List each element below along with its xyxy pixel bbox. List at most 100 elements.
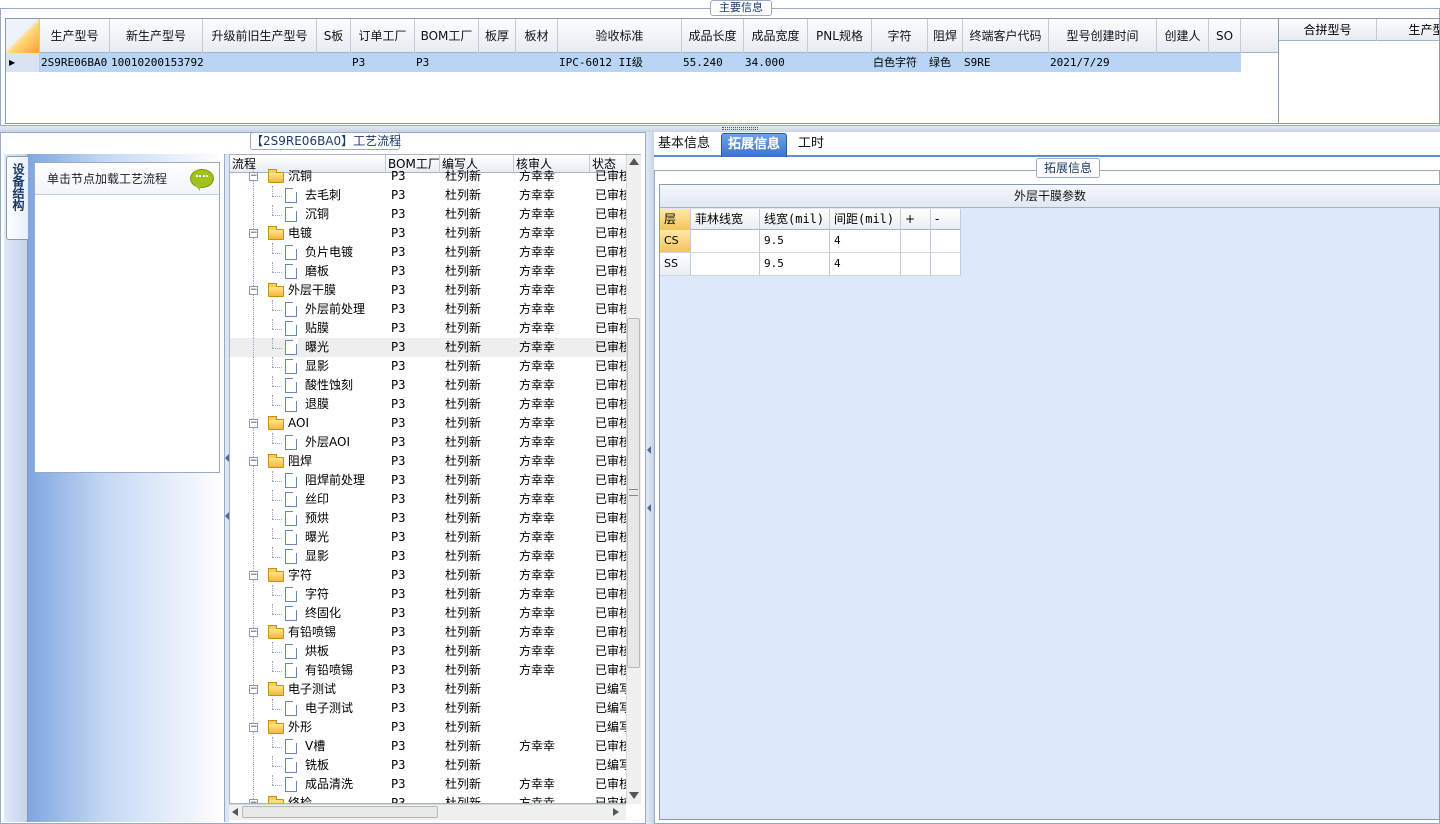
tree-row[interactable]: − 字符 P3 杜列新 方幸幸 已审核	[230, 566, 630, 585]
tree-node[interactable]: 酸性蚀刻	[230, 376, 386, 395]
tree-row[interactable]: 电子测试 P3 杜列新 已编写	[230, 699, 630, 718]
col-header[interactable]: 升级前旧生产型号	[203, 19, 317, 53]
table-cell[interactable]	[203, 53, 317, 72]
tree-node[interactable]: − 电镀	[230, 224, 386, 243]
table-cell[interactable]	[808, 53, 872, 72]
tree-node[interactable]: 磨板	[230, 262, 386, 281]
film-col-header[interactable]: 线宽(mil)	[760, 209, 830, 230]
tree-node[interactable]: − 字符	[230, 566, 386, 585]
tree-node[interactable]: − AOI	[230, 414, 386, 433]
tree-node[interactable]: 有铅喷锡	[230, 661, 386, 680]
tree-row[interactable]: 贴膜 P3 杜列新 方幸幸 已审核	[230, 319, 630, 338]
collapse-node-icon[interactable]: −	[249, 571, 258, 580]
film-cell[interactable]	[691, 253, 760, 275]
tree-row[interactable]: − AOI P3 杜列新 方幸幸 已审核	[230, 414, 630, 433]
col-header[interactable]: 板厚	[479, 19, 516, 53]
col-header[interactable]: 阻焊	[928, 19, 963, 53]
table-cell[interactable]: IPC-6012 II级	[558, 53, 682, 72]
film-table-row[interactable]: SS 9.5 4	[660, 253, 961, 276]
main-info-grid[interactable]: 生产型号 新生产型号 升级前旧生产型号 S板 订单工厂 BOM工厂 板厚 板材 验收标准 成品长度…	[5, 18, 1279, 124]
col-header[interactable]: 新生产型号	[110, 19, 203, 53]
dry-film-param-table[interactable]: 层 菲林线宽 线宽(mil) 间距(mil) + - CS 9.5 4 SS 9.5 4	[660, 209, 961, 276]
col-header[interactable]: 验收标准	[558, 19, 682, 53]
tree-node[interactable]: − 阻焊	[230, 452, 386, 471]
tree-row[interactable]: 显影 P3 杜列新 方幸幸 已审核	[230, 357, 630, 376]
tree-row[interactable]: − 沉铜 P3 杜列新 方幸幸 已审核	[230, 167, 630, 186]
film-col-header[interactable]: 层	[660, 209, 691, 230]
tree-node[interactable]: 字符	[230, 585, 386, 604]
collapse-arrow-icon[interactable]	[647, 504, 651, 512]
film-cell[interactable]	[931, 253, 961, 275]
tree-node[interactable]: 贴膜	[230, 319, 386, 338]
table-cell[interactable]: 55.240	[682, 53, 744, 72]
tree-node[interactable]: 阻焊前处理	[230, 471, 386, 490]
col-header[interactable]: 板材	[516, 19, 558, 53]
col-header[interactable]: 成品宽度	[744, 19, 808, 53]
tree-node[interactable]: 外层AOI	[230, 433, 386, 452]
film-col-header-remove[interactable]: -	[931, 209, 961, 230]
col-header[interactable]: 字符	[872, 19, 928, 53]
collapse-node-icon[interactable]: −	[249, 457, 258, 466]
side-tab-equipment[interactable]: 设备结构	[6, 156, 28, 240]
col-header[interactable]: 订单工厂	[351, 19, 415, 53]
tree-row[interactable]: − 电镀 P3 杜列新 方幸幸 已审核	[230, 224, 630, 243]
collapse-node-icon[interactable]: −	[249, 286, 258, 295]
table-row[interactable]: ▶ 2S9RE06BA0 10010200153792 P3 P3 IPC-6012 I…	[6, 53, 1241, 72]
tree-node[interactable]: 电子测试	[230, 699, 386, 718]
tree-row[interactable]: 成品清洗 P3 杜列新 方幸幸 已审核	[230, 775, 630, 794]
tree-row[interactable]: 显影 P3 杜列新 方幸幸 已审核	[230, 547, 630, 566]
film-col-header[interactable]: 间距(mil)	[830, 209, 901, 230]
film-cell[interactable]	[901, 253, 931, 275]
tree-row[interactable]: 外层AOI P3 杜列新 方幸幸 已审核	[230, 433, 630, 452]
scroll-up-icon[interactable]	[629, 158, 639, 165]
table-cell[interactable]	[317, 53, 351, 72]
film-cell[interactable]	[691, 230, 760, 252]
table-cell[interactable]: P3	[415, 53, 479, 72]
tree-row[interactable]: V槽 P3 杜列新 方幸幸 已审核	[230, 737, 630, 756]
vertical-splitter-right[interactable]	[646, 132, 654, 824]
table-cell[interactable]	[1209, 53, 1241, 72]
tree-node[interactable]: 显影	[230, 547, 386, 566]
tree-node[interactable]: 成品清洗	[230, 775, 386, 794]
collapse-node-icon[interactable]: −	[249, 419, 258, 428]
col-header[interactable]: SO	[1209, 19, 1241, 53]
tree-node[interactable]: 显影	[230, 357, 386, 376]
film-layer-cell[interactable]: SS	[660, 253, 691, 275]
table-cell[interactable]	[1157, 53, 1209, 72]
tree-node[interactable]: 终固化	[230, 604, 386, 623]
tree-row[interactable]: 酸性蚀刻 P3 杜列新 方幸幸 已审核	[230, 376, 630, 395]
merge-model-grid[interactable]: 合拼型号 生产型	[1279, 18, 1440, 124]
tree-node[interactable]: 铣板	[230, 756, 386, 775]
tree-node[interactable]: 负片电镀	[230, 243, 386, 262]
table-cell[interactable]	[479, 53, 516, 72]
scroll-down-icon[interactable]	[629, 792, 639, 799]
col-header[interactable]: S板	[317, 19, 351, 53]
table-cell[interactable]: S9RE	[963, 53, 1049, 72]
tree-row[interactable]: 曝光 P3 杜列新 方幸幸 已审核	[230, 528, 630, 547]
film-cell[interactable]: 4	[830, 230, 901, 252]
film-cell[interactable]	[901, 230, 931, 252]
table-cell[interactable]: 10010200153792	[110, 53, 203, 72]
tree-node[interactable]: 曝光	[230, 338, 386, 357]
collapse-node-icon[interactable]: −	[249, 685, 258, 694]
col-header[interactable]: 生产型号	[40, 19, 110, 53]
film-cell[interactable]: 9.5	[760, 253, 830, 275]
tab-basic-info[interactable]: 基本信息	[652, 133, 716, 157]
collapse-arrow-icon[interactable]	[647, 446, 651, 454]
tree-row[interactable]: − 外层干膜 P3 杜列新 方幸幸 已审核	[230, 281, 630, 300]
tree-row[interactable]: 有铅喷锡 P3 杜列新 方幸幸 已审核	[230, 661, 630, 680]
tree-row[interactable]: 去毛刺 P3 杜列新 方幸幸 已审核	[230, 186, 630, 205]
col-header[interactable]: 型号创建时间	[1049, 19, 1157, 53]
collapse-node-icon[interactable]: −	[249, 628, 258, 637]
tree-node[interactable]: − 外形	[230, 718, 386, 737]
tree-row[interactable]: − 电子测试 P3 杜列新 已编写	[230, 680, 630, 699]
splitter-grip-icon[interactable]	[722, 127, 758, 130]
table-cell[interactable]: P3	[351, 53, 415, 72]
film-cell[interactable]: 9.5	[760, 230, 830, 252]
tree-row[interactable]: 外层前处理 P3 杜列新 方幸幸 已审核	[230, 300, 630, 319]
col-header[interactable]: 创建人	[1157, 19, 1209, 53]
tree-row[interactable]: − 终检 P3 杜列新 方幸幸 已审核	[230, 794, 630, 803]
tree-row[interactable]: 终固化 P3 杜列新 方幸幸 已审核	[230, 604, 630, 623]
tree-row[interactable]: 预烘 P3 杜列新 方幸幸 已审核	[230, 509, 630, 528]
tree-row[interactable]: − 有铅喷锡 P3 杜列新 方幸幸 已审核	[230, 623, 630, 642]
